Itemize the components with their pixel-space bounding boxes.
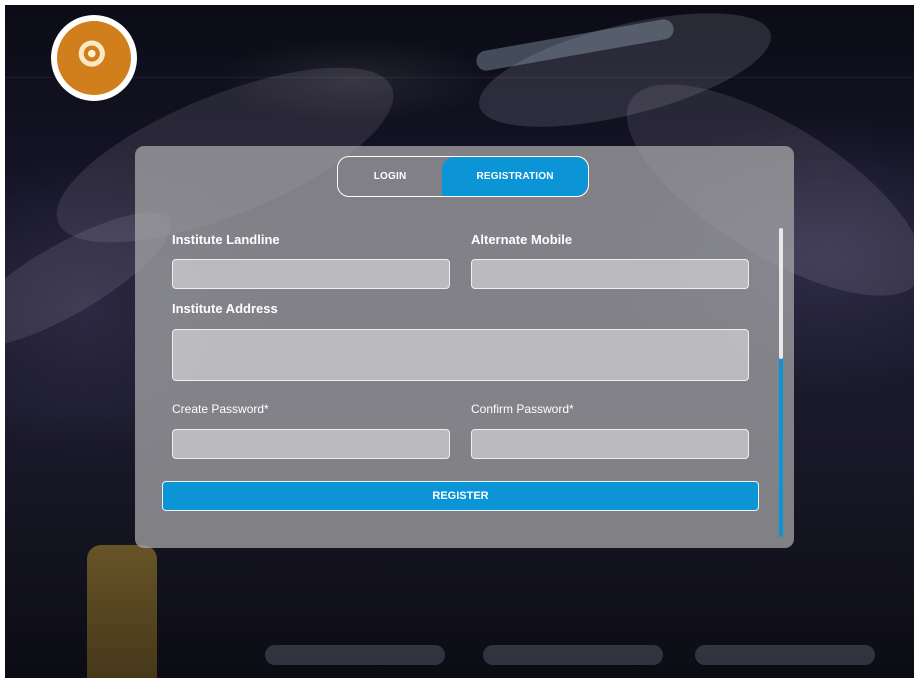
institute-landline-label: Institute Landline [172,232,280,247]
scrollbar-thumb[interactable] [779,228,783,359]
institute-landline-field[interactable] [172,259,450,289]
header-divider [5,77,914,78]
tab-registration[interactable]: REGISTRATION [442,157,588,196]
create-password-label: Create Password* [172,402,269,416]
alternate-mobile-field[interactable] [471,259,749,289]
emblem-figure [72,36,116,80]
page-background: LOGIN REGISTRATION Institute Landline Al… [5,5,914,678]
background-decoration [483,645,663,665]
institute-address-field[interactable] [172,329,749,381]
institute-logo[interactable] [51,15,137,101]
confirm-password-field[interactable] [471,429,749,459]
background-decoration [695,645,875,665]
tab-login[interactable]: LOGIN [338,157,442,196]
institute-address-label: Institute Address [172,301,278,316]
background-decoration [265,645,445,665]
alternate-mobile-label: Alternate Mobile [471,232,573,247]
create-password-field[interactable] [172,429,450,459]
register-button[interactable]: REGISTER [162,481,759,511]
emblem-icon [57,21,131,95]
registration-panel: LOGIN REGISTRATION Institute Landline Al… [135,146,794,548]
background-decoration [87,545,157,678]
confirm-password-label: Confirm Password* [471,402,574,416]
auth-tabs: LOGIN REGISTRATION [337,156,589,197]
